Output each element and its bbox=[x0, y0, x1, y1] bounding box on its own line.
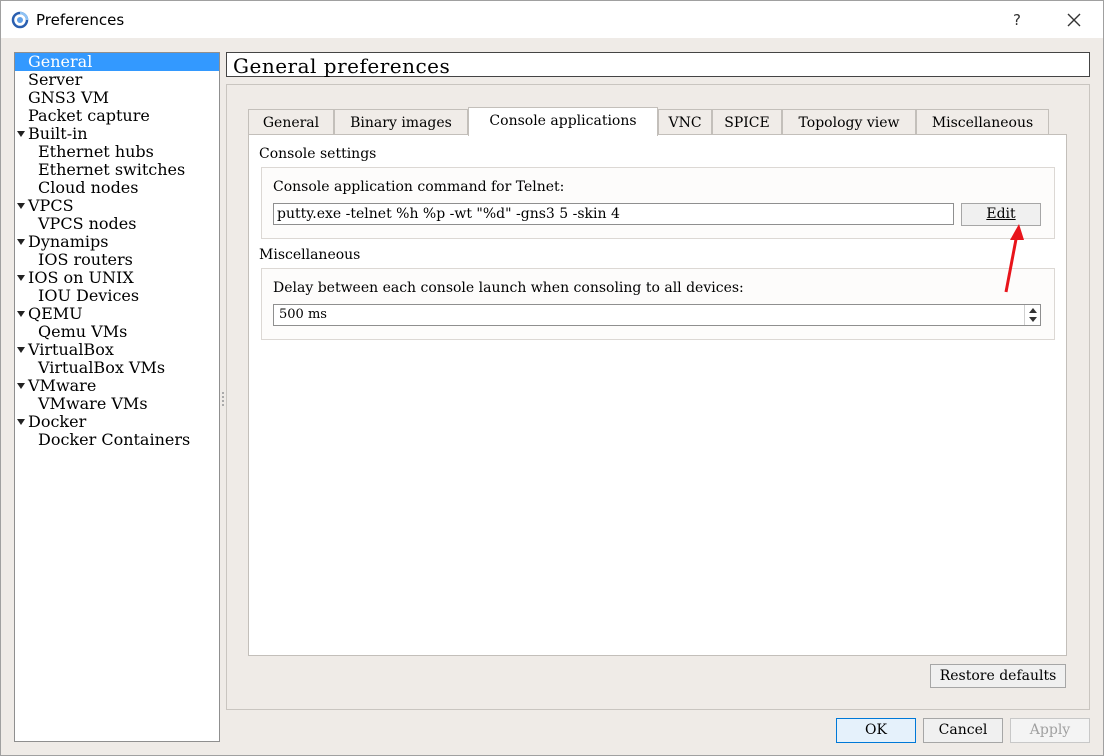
tree-item-qemu[interactable]: QEMU bbox=[15, 305, 219, 323]
tab-spice[interactable]: SPICE bbox=[712, 109, 782, 135]
delay-value: 500 ms bbox=[279, 307, 327, 322]
tree-item-docker[interactable]: Docker bbox=[15, 413, 219, 431]
expand-arrow-icon[interactable] bbox=[17, 239, 25, 245]
preferences-tree[interactable]: General Server GNS3 VM Packet capture Bu… bbox=[14, 52, 220, 742]
tab-topology-view[interactable]: Topology view bbox=[782, 109, 916, 135]
tree-item-general[interactable]: General bbox=[15, 53, 219, 71]
apply-button[interactable]: Apply bbox=[1010, 718, 1090, 743]
tab-console-applications[interactable]: Console applications bbox=[468, 107, 658, 136]
delay-label: Delay between each console launch when c… bbox=[273, 280, 744, 296]
expand-arrow-icon[interactable] bbox=[17, 275, 25, 281]
console-settings-title: Console settings bbox=[259, 146, 377, 162]
gns3-logo-icon bbox=[11, 11, 29, 29]
expand-arrow-icon[interactable] bbox=[17, 383, 25, 389]
title-bar: Preferences ? bbox=[0, 0, 1104, 38]
tab-general[interactable]: General bbox=[248, 109, 334, 135]
close-button[interactable] bbox=[1057, 7, 1091, 33]
spin-buttons[interactable] bbox=[1024, 305, 1040, 325]
expand-arrow-icon[interactable] bbox=[17, 203, 25, 209]
cancel-button[interactable]: Cancel bbox=[923, 718, 1003, 743]
window-title: Preferences bbox=[36, 11, 125, 29]
expand-arrow-icon[interactable] bbox=[17, 347, 25, 353]
telnet-command-label: Console application command for Telnet: bbox=[273, 179, 565, 195]
splitter-handle[interactable] bbox=[222, 392, 224, 406]
tab-vnc[interactable]: VNC bbox=[658, 109, 712, 135]
close-icon bbox=[1067, 13, 1081, 27]
delay-spinbox[interactable]: 500 ms bbox=[273, 304, 1041, 326]
tree-item-dynamips[interactable]: Dynamips bbox=[15, 233, 219, 251]
tree-item-ios-on-unix[interactable]: IOS on UNIX bbox=[15, 269, 219, 287]
restore-defaults-button[interactable]: Restore defaults bbox=[930, 664, 1066, 688]
tree-item-virtualbox[interactable]: VirtualBox bbox=[15, 341, 219, 359]
expand-arrow-icon[interactable] bbox=[17, 311, 25, 317]
tree-item-vmware[interactable]: VMware bbox=[15, 377, 219, 395]
expand-arrow-icon[interactable] bbox=[17, 131, 25, 137]
spin-down-icon[interactable] bbox=[1029, 317, 1037, 322]
spin-up-icon[interactable] bbox=[1029, 308, 1037, 313]
miscellaneous-title: Miscellaneous bbox=[259, 247, 361, 263]
help-button[interactable]: ? bbox=[1001, 7, 1033, 33]
ok-button[interactable]: OK bbox=[836, 718, 916, 743]
expand-arrow-icon[interactable] bbox=[17, 419, 25, 425]
tree-item-built-in[interactable]: Built-in bbox=[15, 125, 219, 143]
tab-miscellaneous[interactable]: Miscellaneous bbox=[916, 109, 1049, 135]
telnet-command-input[interactable]: putty.exe -telnet %h %p -wt "%d" -gns3 5… bbox=[273, 203, 954, 225]
tab-binary-images[interactable]: Binary images bbox=[334, 109, 468, 135]
page-title: General preferences bbox=[233, 54, 451, 78]
annotation-arrow-icon bbox=[1004, 224, 1024, 293]
tree-item-vpcs[interactable]: VPCS bbox=[15, 197, 219, 215]
page-title-box: General preferences bbox=[226, 52, 1090, 78]
